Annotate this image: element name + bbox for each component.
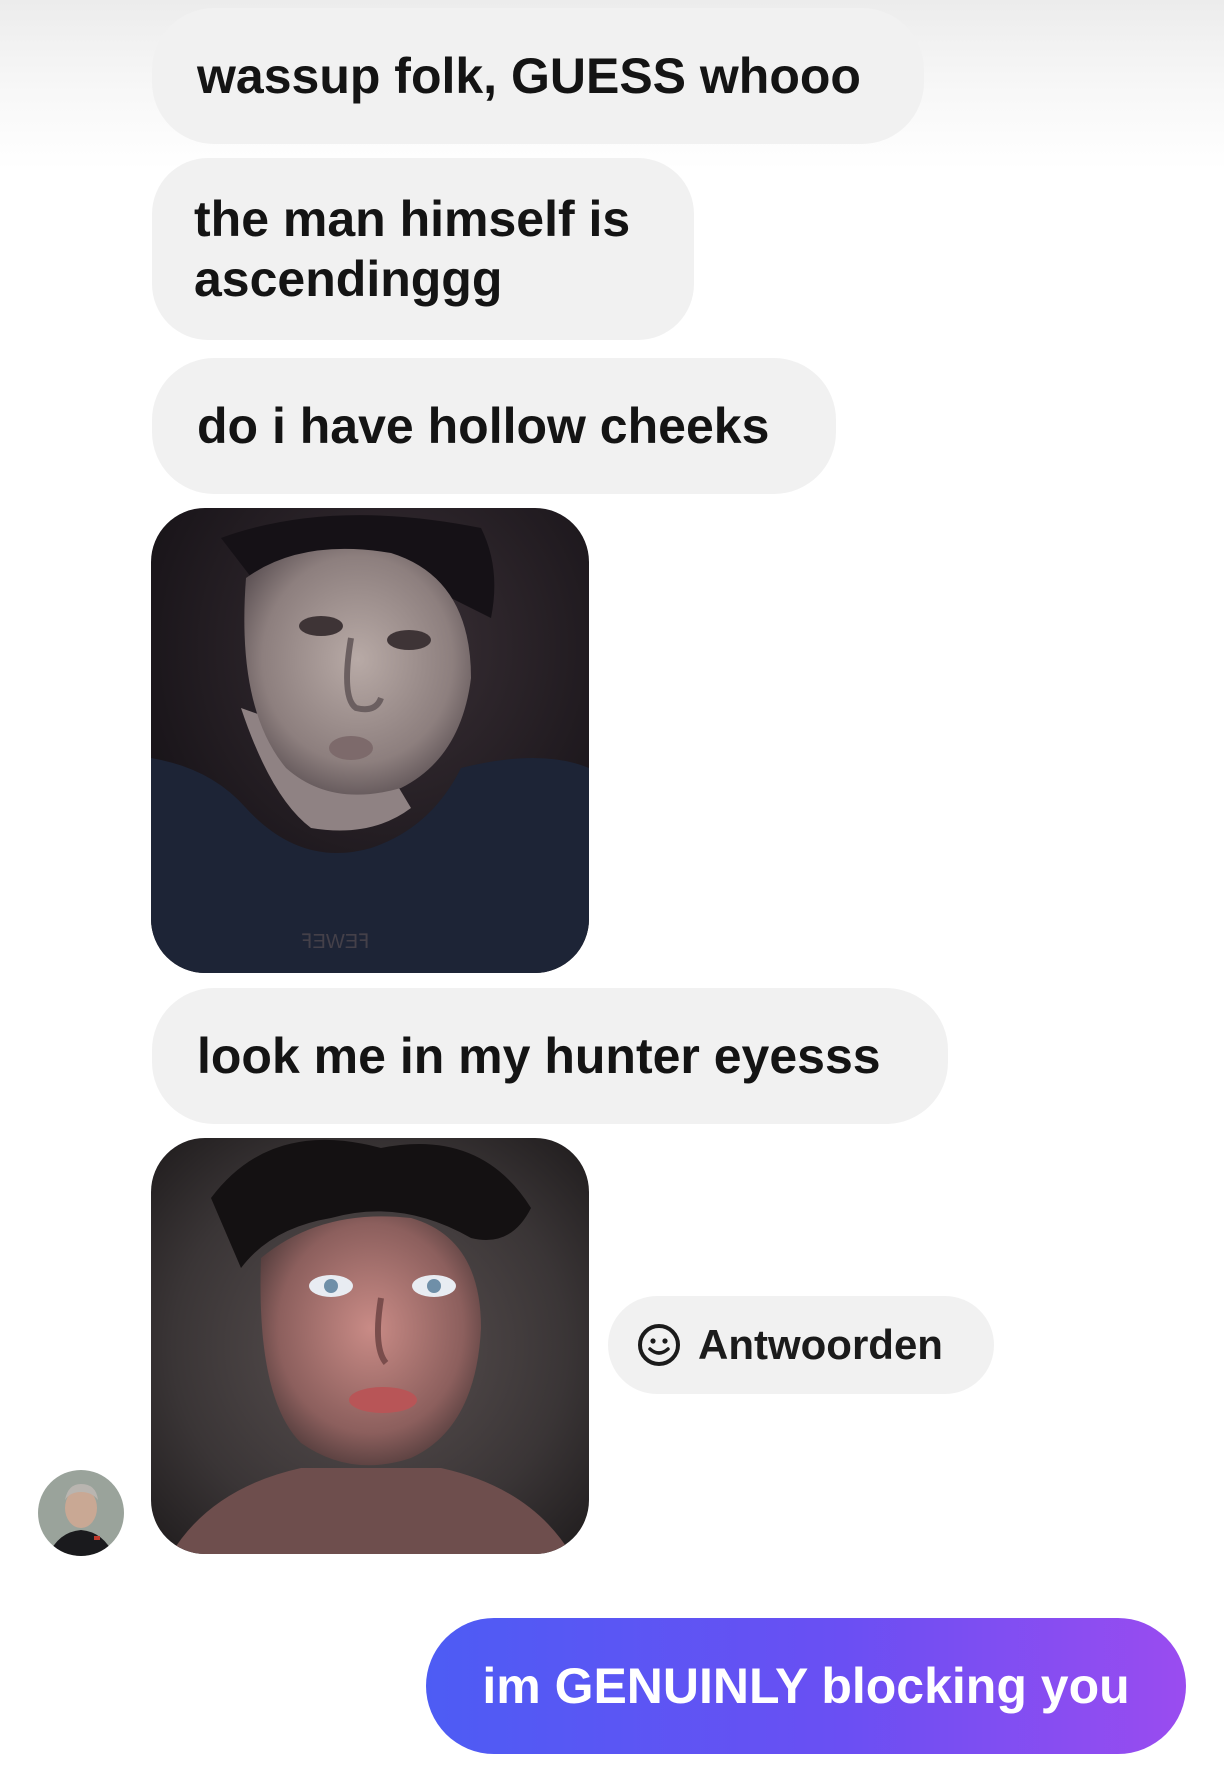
reply-button[interactable]: Antwoorden [608,1296,994,1394]
message-bubble-received[interactable]: the man himself is ascendinggg [152,158,694,340]
message-text: wassup folk, GUESS whooo [197,48,861,104]
message-text: the man himself is ascendinggg [194,191,631,307]
photo-image: ꟻƎWƎꟻ [151,508,589,973]
message-bubble-sent[interactable]: im GENUINLY blocking you [426,1618,1186,1754]
photo-image [151,1138,589,1554]
message-bubble-received[interactable]: look me in my hunter eyesss [152,988,948,1124]
reply-label: Antwoorden [698,1321,943,1368]
avatar[interactable] [38,1470,124,1556]
message-photo[interactable]: ꟻƎWƎꟻ [151,508,589,973]
message-text: do i have hollow cheeks [197,398,770,454]
message-bubble-received[interactable]: do i have hollow cheeks [152,358,836,494]
message-text: look me in my hunter eyesss [197,1028,881,1084]
avatar-image [38,1470,124,1556]
watermark: ꟻƎWƎꟻ [301,931,370,953]
sent-message-text: im GENUINLY blocking you [482,1658,1130,1714]
message-photo[interactable] [151,1138,589,1554]
message-bubble-received[interactable]: wassup folk, GUESS whooo [152,8,924,144]
smiley-icon [638,1324,680,1366]
